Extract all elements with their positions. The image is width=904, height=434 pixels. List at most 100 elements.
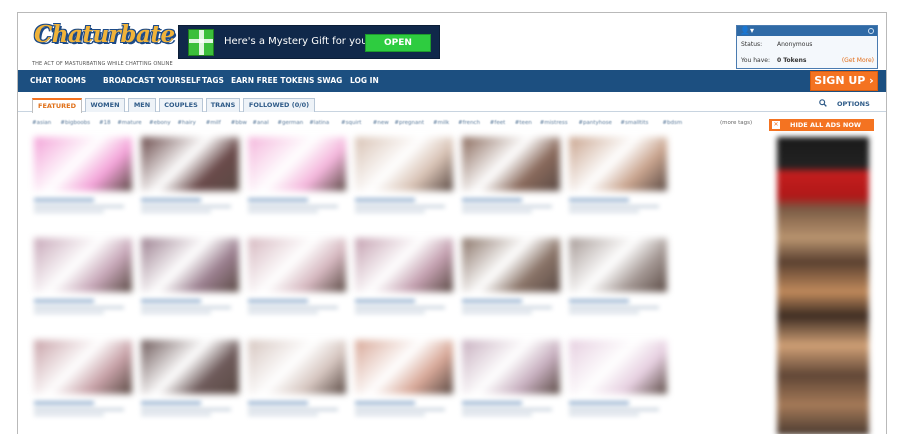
tab-women[interactable]: WOMEN (85, 98, 125, 112)
room-title[interactable] (569, 299, 629, 303)
tag-link[interactable]: #18 (99, 120, 111, 126)
room-thumbnail[interactable] (355, 340, 453, 394)
room-meta[interactable] (141, 296, 239, 316)
tag-link[interactable]: #smalltits (620, 120, 648, 126)
room-thumbnail[interactable] (355, 137, 453, 191)
room-thumbnail[interactable] (462, 137, 560, 191)
nav-chat-rooms[interactable]: CHAT ROOMS (30, 76, 86, 85)
more-tags-link[interactable]: (more tags) (720, 120, 752, 126)
info-circle-icon[interactable] (868, 28, 874, 34)
room-thumbnail[interactable] (569, 137, 667, 191)
tag-link[interactable]: #ebony (149, 120, 171, 126)
room-meta[interactable] (34, 195, 132, 215)
tag-link[interactable]: #pantyhose (578, 120, 611, 126)
room-meta[interactable] (141, 398, 239, 418)
sign-up-button[interactable]: SIGN UP › (810, 71, 878, 91)
site-logo[interactable]: Chaturbate THE ACT OF MASTURBATING WHILE… (30, 21, 175, 67)
nav-earn-free-tokens[interactable]: EARN FREE TOKENS (231, 76, 314, 85)
tag-link[interactable]: #asian (32, 120, 51, 126)
tag-link[interactable]: #german (277, 120, 303, 126)
room-title[interactable] (248, 401, 308, 405)
sidebar-ad[interactable] (777, 137, 869, 434)
room-title[interactable] (34, 299, 94, 303)
tab-featured[interactable]: FEATURED (32, 98, 82, 113)
tag-link[interactable]: #new (373, 120, 389, 126)
nav-log-in[interactable]: LOG IN (350, 76, 379, 85)
room-meta[interactable] (34, 398, 132, 418)
tab-followed[interactable]: FOLLOWED (0/0) (243, 98, 315, 112)
room-thumbnail[interactable] (462, 238, 560, 292)
mystery-gift-banner[interactable]: Here's a Mystery Gift for you OPEN (178, 25, 440, 59)
tag-link[interactable]: #latina (309, 120, 329, 126)
room-thumbnail[interactable] (141, 340, 239, 394)
tag-link[interactable]: #milf (206, 120, 221, 126)
tag-link[interactable]: #mature (117, 120, 142, 126)
tag-link[interactable]: #hairy (177, 120, 196, 126)
room-thumbnail[interactable] (248, 137, 346, 191)
room-meta[interactable] (569, 296, 667, 316)
hide-ads-button[interactable]: ✕ HIDE ALL ADS NOW (769, 119, 874, 131)
room-title[interactable] (248, 198, 308, 202)
tag-link[interactable]: #feet (490, 120, 505, 126)
room-meta[interactable] (355, 195, 453, 215)
room-meta[interactable] (248, 398, 346, 418)
room-thumbnail[interactable] (34, 238, 132, 292)
room-title[interactable] (141, 299, 201, 303)
tag-link[interactable]: #mistress (540, 120, 568, 126)
room-thumbnail[interactable] (34, 340, 132, 394)
tab-men[interactable]: MEN (128, 98, 156, 112)
room-meta[interactable] (355, 398, 453, 418)
room-title[interactable] (355, 401, 415, 405)
room-title[interactable] (355, 198, 415, 202)
room-meta[interactable] (569, 398, 667, 418)
room-title[interactable] (141, 198, 201, 202)
room-thumbnail[interactable] (141, 137, 239, 191)
room-thumbnail[interactable] (248, 340, 346, 394)
room-thumbnail[interactable] (355, 238, 453, 292)
tag-link[interactable]: #teen (515, 120, 532, 126)
room-meta[interactable] (355, 296, 453, 316)
room-meta[interactable] (141, 195, 239, 215)
user-icon[interactable]: 👤▾ (740, 26, 754, 36)
room-meta[interactable] (462, 195, 560, 215)
tag-link[interactable]: #anal (252, 120, 268, 126)
room-thumbnail[interactable] (248, 238, 346, 292)
search-icon[interactable] (819, 99, 827, 107)
room-thumbnail[interactable] (141, 238, 239, 292)
get-more-link[interactable]: (Get More) (842, 57, 874, 64)
room-thumbnail[interactable] (569, 238, 667, 292)
tag-link[interactable]: #squirt (341, 120, 361, 126)
room-meta[interactable] (34, 296, 132, 316)
room-title[interactable] (462, 401, 522, 405)
nav-tags[interactable]: TAGS (202, 76, 224, 85)
options-link[interactable]: OPTIONS (837, 100, 870, 108)
room-thumbnail[interactable] (34, 137, 132, 191)
room-meta[interactable] (462, 398, 560, 418)
room-title[interactable] (569, 198, 629, 202)
room-title[interactable] (355, 299, 415, 303)
room-title[interactable] (248, 299, 308, 303)
room-meta[interactable] (569, 195, 667, 215)
open-gift-button[interactable]: OPEN (365, 34, 431, 52)
tag-link[interactable]: #milk (433, 120, 449, 126)
tag-link[interactable]: #bdsm (662, 120, 682, 126)
tag-link[interactable]: #bbw (231, 120, 247, 126)
nav-broadcast-yourself[interactable]: BROADCAST YOURSELF (103, 76, 201, 85)
room-meta[interactable] (462, 296, 560, 316)
room-title[interactable] (34, 401, 94, 405)
room-title[interactable] (462, 299, 522, 303)
tab-couples[interactable]: COUPLES (159, 98, 203, 112)
tab-trans[interactable]: TRANS (206, 98, 240, 112)
room-thumbnail[interactable] (462, 340, 560, 394)
tag-link[interactable]: #pregnant (394, 120, 424, 126)
room-title[interactable] (34, 198, 94, 202)
room-thumbnail[interactable] (569, 340, 667, 394)
nav-swag[interactable]: SWAG (317, 76, 342, 85)
tag-link[interactable]: #bigboobs (60, 120, 90, 126)
room-title[interactable] (462, 198, 522, 202)
room-meta[interactable] (248, 296, 346, 316)
room-title[interactable] (569, 401, 629, 405)
tag-link[interactable]: #french (458, 120, 480, 126)
room-meta[interactable] (248, 195, 346, 215)
room-title[interactable] (141, 401, 201, 405)
